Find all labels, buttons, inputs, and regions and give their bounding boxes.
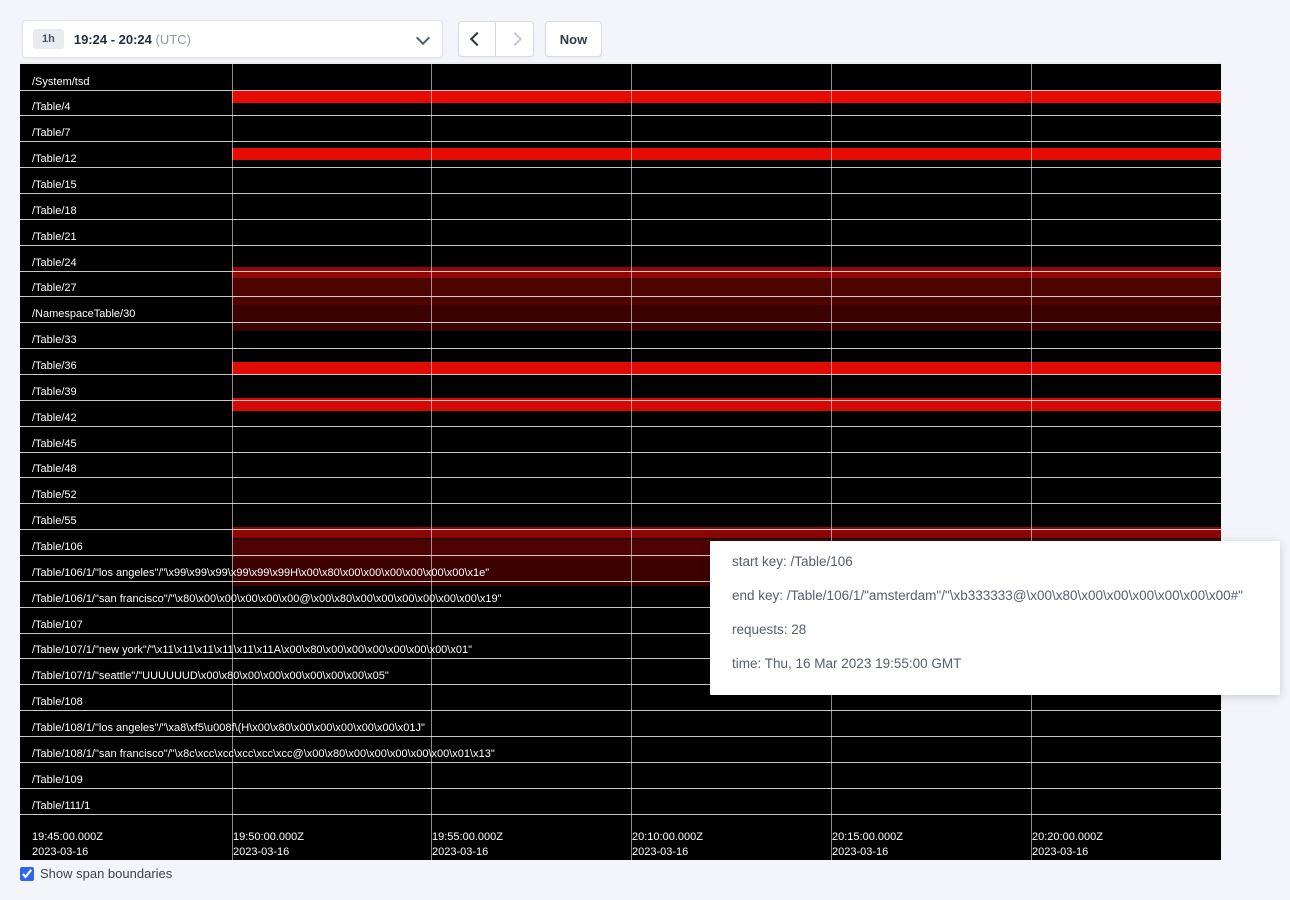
span-key-label: /Table/4 <box>32 101 71 114</box>
x-axis-date-label: 2023-03-16 <box>32 845 88 859</box>
span-boundary-line <box>20 271 1221 272</box>
span-key-label: /Table/52 <box>32 489 77 502</box>
span-boundary-line <box>20 503 1221 504</box>
heat-band-low[interactable] <box>232 278 1221 305</box>
time-gridline <box>1031 62 1032 860</box>
span-boundary-line <box>20 90 1221 91</box>
span-key-label: /Table/106/1/"los angeles"/"\x99\x99\x99… <box>32 567 489 580</box>
span-boundary-line <box>20 814 1221 815</box>
x-axis-time-label: 20:15:00.000Z <box>832 830 903 844</box>
span-key-label: /Table/109 <box>32 774 83 787</box>
chevron-left-icon <box>470 32 484 46</box>
tooltip-requests: requests: 28 <box>732 613 1258 647</box>
duration-badge: 1h <box>33 29 64 49</box>
show-span-boundaries-label: Show span boundaries <box>40 866 172 881</box>
span-boundary-line <box>20 322 1221 323</box>
x-axis-date-label: 2023-03-16 <box>432 845 488 859</box>
span-key-label: /Table/15 <box>32 179 77 192</box>
span-boundary-line <box>20 788 1221 789</box>
span-boundary-line <box>20 348 1221 349</box>
heat-band-high[interactable] <box>232 362 1221 374</box>
span-key-label: /Table/33 <box>32 334 77 347</box>
span-key-label: /Table/107/1/"new york"/"\x11\x11\x11\x1… <box>32 644 472 657</box>
span-key-label: /Table/27 <box>32 282 77 295</box>
key-visualizer-page: 1h 19:24 - 20:24 (UTC) Now /System/tsd/T… <box>0 0 1290 900</box>
span-key-label: /Table/107/1/"seattle"/"UUUUUUD\x00\x80\… <box>32 670 389 683</box>
span-key-label: /Table/7 <box>32 127 71 140</box>
x-axis-time-label: 19:45:00.000Z <box>32 830 103 844</box>
x-axis-date-label: 2023-03-16 <box>832 845 888 859</box>
heat-band-high[interactable] <box>232 148 1221 160</box>
span-key-label: /Table/21 <box>32 231 77 244</box>
x-axis-time-label: 19:50:00.000Z <box>233 830 304 844</box>
span-key-label: /Table/108 <box>32 696 83 709</box>
timezone-label: (UTC) <box>156 32 191 47</box>
x-axis-time-label: 19:55:00.000Z <box>432 830 503 844</box>
prev-time-button[interactable] <box>458 21 496 57</box>
show-span-boundaries[interactable]: Show span boundaries <box>20 866 172 881</box>
bucket-tooltip: start key: /Table/106 end key: /Table/10… <box>710 541 1280 695</box>
span-key-label: /Table/106/1/"san francisco"/"\x80\x00\x… <box>32 593 502 606</box>
time-range-picker[interactable]: 1h 19:24 - 20:24 (UTC) <box>22 20 443 58</box>
span-key-label: /NamespaceTable/30 <box>32 308 135 321</box>
span-key-label: /Table/12 <box>32 153 77 166</box>
tooltip-start-key: start key: /Table/106 <box>732 545 1258 579</box>
time-gridline <box>631 62 632 860</box>
span-boundary-line <box>20 245 1221 246</box>
span-key-label: /System/tsd <box>32 76 89 89</box>
heat-band-low[interactable] <box>232 305 1221 331</box>
span-boundary-line <box>20 426 1221 427</box>
span-key-label: /Table/36 <box>32 360 77 373</box>
span-key-label: /Table/55 <box>32 515 77 528</box>
span-boundary-line <box>20 115 1221 116</box>
time-range-label: 19:24 - 20:24 (UTC) <box>74 32 191 47</box>
span-boundary-line <box>20 219 1221 220</box>
time-gridline <box>232 62 233 860</box>
span-boundary-line <box>20 193 1221 194</box>
canvas-top-boundary <box>20 62 1221 64</box>
span-key-label: /Table/45 <box>32 438 77 451</box>
span-key-label: /Table/39 <box>32 386 77 399</box>
span-key-label: /Table/111/1 <box>32 800 90 813</box>
chevron-right-icon <box>507 32 521 46</box>
span-boundary-line <box>20 400 1221 401</box>
x-axis-time-label: 20:10:00.000Z <box>632 830 703 844</box>
x-axis-date-label: 2023-03-16 <box>1032 845 1088 859</box>
x-axis-date-label: 2023-03-16 <box>233 845 289 859</box>
span-key-label: /Table/24 <box>32 257 77 270</box>
span-boundary-line <box>20 141 1221 142</box>
heat-band-medium[interactable] <box>232 267 1221 278</box>
span-key-label: /Table/42 <box>32 412 77 425</box>
tooltip-time: time: Thu, 16 Mar 2023 19:55:00 GMT <box>732 647 1258 681</box>
span-boundary-line <box>20 296 1221 297</box>
span-boundary-line <box>20 762 1221 763</box>
span-key-label: /Table/108/1/"los angeles"/"\xa8\xf5\u00… <box>32 722 425 735</box>
span-boundary-line <box>20 167 1221 168</box>
span-boundary-line <box>20 529 1221 530</box>
span-boundary-line <box>20 710 1221 711</box>
heat-band-high[interactable] <box>232 91 1221 103</box>
span-key-label: /Table/48 <box>32 463 77 476</box>
span-key-label: /Table/106 <box>32 541 83 554</box>
now-button[interactable]: Now <box>545 21 602 57</box>
time-range-value: 19:24 - 20:24 <box>74 32 152 47</box>
span-boundary-line <box>20 736 1221 737</box>
chevron-down-icon <box>418 30 428 48</box>
tooltip-end-key: end key: /Table/106/1/"amsterdam"/"\xb33… <box>732 579 1258 613</box>
x-axis-time-label: 20:20:00.000Z <box>1032 830 1103 844</box>
span-boundary-line <box>20 477 1221 478</box>
x-axis-date-label: 2023-03-16 <box>632 845 688 859</box>
span-key-label: /Table/18 <box>32 205 77 218</box>
time-gridline <box>831 62 832 860</box>
time-gridline <box>431 62 432 860</box>
span-key-label: /Table/108/1/"san francisco"/"\x8c\xcc\x… <box>32 748 495 761</box>
span-boundary-line <box>20 452 1221 453</box>
keyspace-heatmap-canvas[interactable]: /System/tsd/Table/4/Table/7/Table/12/Tab… <box>20 62 1221 860</box>
span-key-label: /Table/107 <box>32 619 83 632</box>
show-span-boundaries-checkbox[interactable] <box>20 867 34 881</box>
span-boundary-line <box>20 374 1221 375</box>
time-nav-group <box>458 21 534 57</box>
next-time-button[interactable] <box>496 21 534 57</box>
